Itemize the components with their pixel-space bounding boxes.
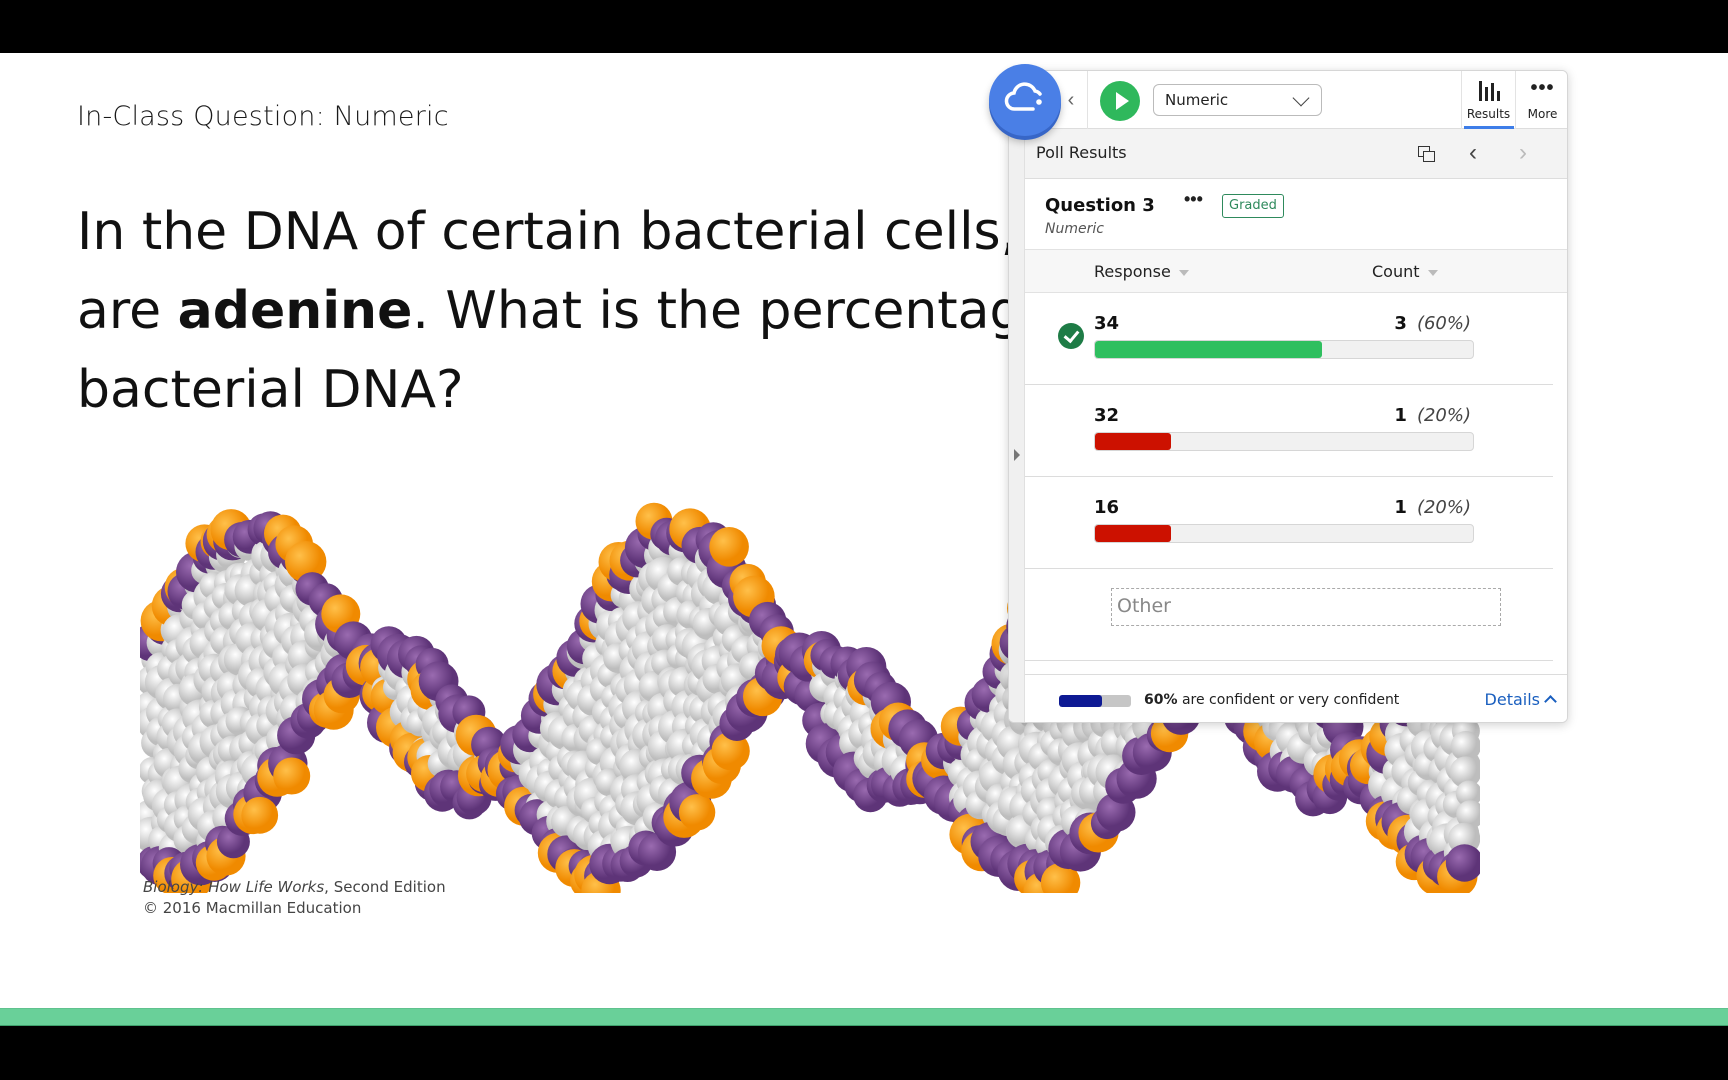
dna-phosphate-atom	[273, 757, 311, 795]
iclicker-cloud-button[interactable]	[989, 64, 1061, 136]
image-credit: Biology: How Life Works, Second Edition …	[143, 877, 446, 919]
confidence-footer: 60% are confident or very confident Deta…	[1025, 674, 1567, 722]
dna-phosphate-atom	[678, 794, 716, 831]
credit-copyright: © 2016 Macmillan Education	[143, 899, 362, 917]
poll-results-title: Poll Results	[1036, 143, 1127, 162]
column-count-label: Count	[1372, 262, 1420, 281]
count-value: 1	[1394, 497, 1407, 518]
question-bold-term: adenine	[177, 281, 413, 341]
response-count: 3 (60%)	[1394, 313, 1471, 334]
chevron-down-icon	[1292, 89, 1310, 107]
panel-expand-strip[interactable]	[1009, 129, 1025, 722]
response-count: 1 (20%)	[1394, 497, 1471, 518]
sort-caret-icon	[1178, 269, 1189, 276]
response-row: 34 3 (60%)	[1025, 293, 1553, 385]
column-count[interactable]: Count	[1372, 262, 1438, 281]
confidence-percent: 60%	[1144, 692, 1178, 708]
previous-question-button[interactable]: ‹	[1469, 139, 1485, 167]
graded-badge: Graded	[1222, 194, 1284, 218]
top-black-bar	[0, 0, 1728, 53]
response-row: 16 1 (20%)	[1025, 477, 1553, 569]
details-toggle[interactable]: Details	[1484, 690, 1557, 709]
response-row: 32 1 (20%)	[1025, 385, 1553, 477]
response-bar-track	[1094, 432, 1474, 451]
count-percent: (20%)	[1416, 497, 1471, 518]
response-bar-track	[1094, 524, 1474, 543]
question-type-dropdown[interactable]: Numeric	[1153, 84, 1322, 116]
response-bar-track	[1094, 340, 1474, 359]
tab-more[interactable]: ••• More	[1516, 71, 1567, 129]
chevron-left-icon[interactable]: ‹	[1061, 89, 1081, 111]
response-bar-fill	[1095, 525, 1171, 542]
response-value: 16	[1094, 497, 1120, 518]
question-text: In the DNA of certain bacterial cells, 1…	[77, 193, 1037, 430]
question-line-1: In the DNA of certain bacterial cells, 1	[77, 202, 1037, 262]
chevron-up-icon	[1544, 695, 1557, 708]
credit-book-title: Biology: How Life Works	[143, 878, 325, 896]
correct-check-icon	[1058, 323, 1084, 349]
response-value: 32	[1094, 405, 1120, 426]
bottom-black-bar	[0, 1026, 1728, 1080]
confidence-description: are confident or very confident	[1177, 692, 1400, 708]
panel-toolbar: ‹ Numeric Results ••• More	[1009, 71, 1567, 129]
question-text-part: . What is the percentage	[412, 281, 1037, 341]
response-bar-fill	[1095, 433, 1171, 450]
dna-phosphate-atom	[709, 527, 749, 567]
column-response-label: Response	[1094, 262, 1171, 281]
bar-chart-icon	[1478, 81, 1500, 101]
popout-window-icon[interactable]	[1418, 146, 1436, 164]
question-line-2: are adenine. What is the percentage	[77, 272, 1037, 351]
question-menu-button[interactable]: •••	[1184, 189, 1203, 210]
column-response[interactable]: Response	[1094, 262, 1189, 281]
response-bar-fill	[1095, 341, 1322, 358]
divider	[1087, 71, 1088, 129]
count-value: 3	[1394, 313, 1407, 334]
question-text-part: are	[77, 281, 178, 341]
poll-results-header: Poll Results ‹ ›	[1025, 129, 1567, 179]
credit-edition: , Second Edition	[324, 878, 446, 896]
response-value: 34	[1094, 313, 1120, 334]
question-line-3: bacterial DNA?	[77, 360, 464, 420]
count-percent: (60%)	[1416, 313, 1471, 334]
question-type-value: Numeric	[1165, 91, 1229, 109]
poll-results-panel: ‹ Numeric Results ••• More Poll Results	[1008, 70, 1568, 723]
confidence-bar-track	[1059, 695, 1131, 707]
accent-band	[0, 1008, 1728, 1026]
tab-more-label: More	[1527, 107, 1558, 121]
cloud-icon	[1004, 82, 1042, 111]
tab-results-label: Results	[1466, 107, 1511, 121]
more-horizontal-icon: •••	[1530, 77, 1555, 99]
confidence-text: 60% are confident or very confident	[1144, 692, 1399, 708]
question-info: Question 3 ••• Graded Numeric	[1025, 179, 1567, 249]
results-column-header: Response Count	[1025, 249, 1567, 293]
response-count: 1 (20%)	[1394, 405, 1471, 426]
next-question-button[interactable]: ›	[1519, 139, 1535, 167]
sort-caret-icon	[1427, 269, 1438, 276]
slide-heading: In-Class Question: Numeric	[77, 101, 449, 132]
count-percent: (20%)	[1416, 405, 1471, 426]
confidence-bar-fill	[1059, 695, 1103, 707]
details-label: Details	[1484, 690, 1540, 709]
tab-results[interactable]: Results	[1462, 71, 1515, 129]
caret-right-icon	[1014, 449, 1020, 461]
other-response-field[interactable]: Other	[1111, 588, 1501, 626]
question-type-label: Numeric	[1045, 221, 1104, 237]
count-value: 1	[1394, 405, 1407, 426]
question-title: Question 3	[1045, 195, 1155, 216]
other-response-row: Other	[1025, 569, 1553, 661]
start-poll-button[interactable]	[1100, 81, 1140, 121]
dna-phosphate-atom	[241, 796, 279, 834]
